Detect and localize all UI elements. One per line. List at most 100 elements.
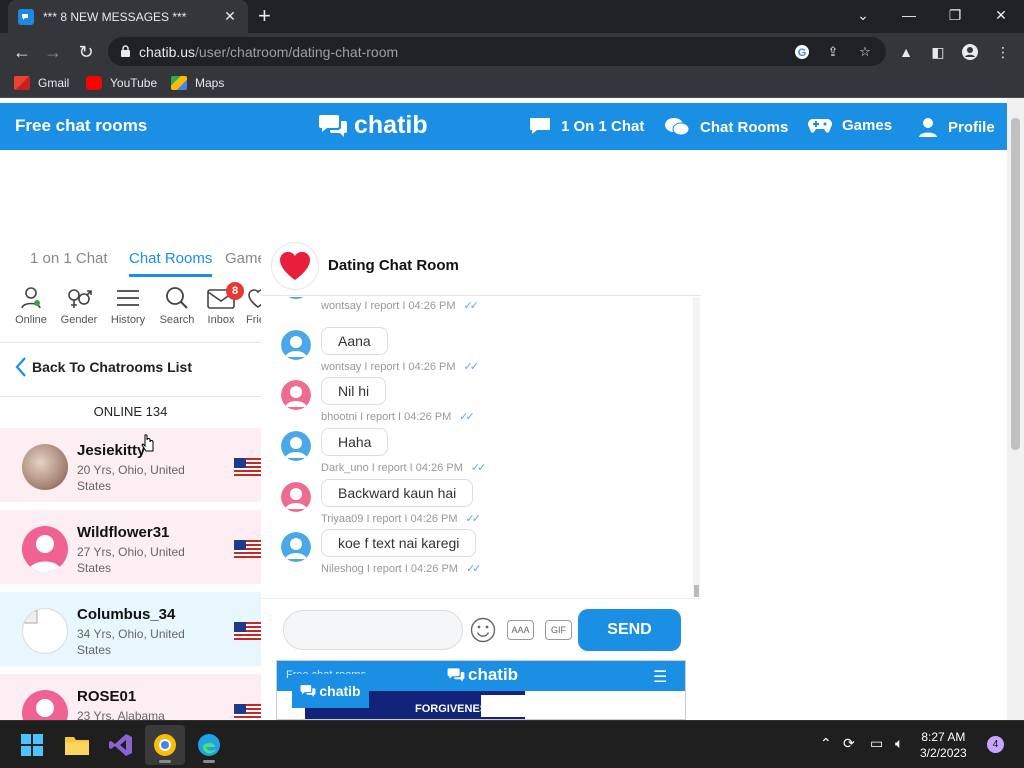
edge-app[interactable] (189, 725, 229, 765)
minimize-button[interactable]: — (886, 0, 932, 30)
user-list-item[interactable]: Columbus_34 34 Yrs, Ohio, United States (0, 592, 261, 670)
search-filter[interactable]: Search (152, 286, 202, 326)
kebab-menu-icon[interactable]: ⋮ (993, 42, 1013, 62)
file-explorer-app[interactable] (57, 725, 97, 765)
maps-icon (171, 76, 187, 90)
user-name: ROSE01 (77, 688, 137, 705)
sync-icon[interactable]: ⟳ (843, 735, 855, 752)
read-ticks-icon: ✓✓ (463, 300, 480, 312)
user-list-item[interactable]: Wildflower31 27 Yrs, Ohio, United States (0, 510, 261, 588)
nav-chat-rooms[interactable]: Chat Rooms (664, 117, 788, 137)
back-label: Back To Chatrooms List (32, 359, 192, 375)
chat-rooms-icon (665, 118, 690, 136)
icon-label: History (110, 314, 146, 326)
site-tagline[interactable]: Free chat rooms (15, 116, 147, 136)
message-meta: Nileshog I report I 04:26 PM ✓✓ (321, 562, 482, 576)
chat-logo-icon (319, 114, 347, 137)
message-list[interactable]: wontsay I report I 04:26 PM ✓✓ Aana wonts… (261, 297, 701, 597)
bookmark-star-icon[interactable]: ☆ (856, 43, 874, 61)
message-input[interactable] (283, 610, 463, 650)
user-list-item[interactable]: Jesiekitty 20 Yrs, Ohio, United States (0, 428, 261, 506)
emoji-icon[interactable] (470, 617, 496, 643)
female-avatar-icon (281, 482, 311, 512)
read-ticks-icon: ✓✓ (459, 411, 475, 423)
windows-logo-icon (21, 734, 43, 756)
windows-taskbar: ⌃ ⟳ ▭ 🔈︎ 8:27 AM 3/2/2023 4 (0, 720, 1024, 768)
nav-label: 1 On 1 Chat (561, 117, 645, 135)
site-navbar: Free chat rooms chatib 1 On 1 Chat Chat … (0, 103, 1007, 150)
nav-profile[interactable]: Profile (918, 117, 995, 137)
url-host: chatib.us (139, 43, 196, 60)
bookmark-label: Maps (195, 76, 225, 90)
message-bubble: koe f text nai karegi (321, 529, 477, 557)
user-list-item[interactable]: ROSE01 23 Yrs, Alabama (0, 674, 261, 720)
message-scrollbar[interactable] (693, 297, 700, 597)
inbox-filter[interactable]: Inbox 8 (196, 282, 246, 326)
message-scroll-thumb[interactable] (694, 585, 699, 597)
youtube-icon (86, 76, 102, 90)
chevron-up-icon[interactable]: ⌃ (820, 735, 832, 752)
tab-chat-rooms[interactable]: Chat Rooms (129, 250, 212, 267)
user-info: 20 Yrs, Ohio, United States (77, 463, 185, 493)
close-window-button[interactable]: ✕ (978, 0, 1024, 30)
chatib-favicon-icon (18, 8, 34, 25)
nav-label: Chat Rooms (700, 118, 789, 136)
tab-1on1-chat[interactable]: 1 on 1 Chat (30, 250, 108, 267)
male-avatar-icon (281, 532, 311, 562)
visual-studio-app[interactable] (101, 725, 141, 765)
filter-icons-row: Online Gender History Search Inbox 8 Fri (0, 282, 261, 336)
share-icon[interactable]: ⇪ (824, 43, 842, 61)
online-filter[interactable]: Online (6, 286, 56, 326)
page-scroll-thumb[interactable] (1011, 118, 1020, 450)
google-icon[interactable]: G (793, 43, 811, 61)
nav-1on1-chat[interactable]: 1 On 1 Chat (529, 117, 644, 135)
reload-icon[interactable]: ↻ (73, 39, 99, 65)
message-meta: Triyaa09 I report I 04:26 PM ✓✓ (321, 512, 481, 526)
meta-text: wontsay I report I 04:26 PM (321, 299, 456, 312)
meta-text: wontsay I report I 04:26 PM (321, 360, 456, 373)
browser-tab[interactable]: *** 8 NEW MESSAGES *** ✕ (8, 0, 248, 33)
web-page: Free chat rooms chatib 1 On 1 Chat Chat … (0, 98, 1007, 720)
icon-label: Online (15, 314, 47, 326)
font-style-button[interactable]: AAA (507, 620, 534, 640)
site-logo[interactable]: chatib (318, 111, 428, 140)
bookmark-maps[interactable]: Maps (171, 76, 224, 90)
address-bar[interactable]: chatib.us/user/chatroom/dating-chat-room… (108, 37, 886, 66)
restore-button[interactable]: ❐ (932, 0, 978, 30)
friends-filter[interactable]: Friends (246, 286, 261, 326)
new-tab-button[interactable]: + (258, 5, 271, 27)
ad-badge-text: chatib (319, 683, 361, 699)
display-icon[interactable]: ▭ (870, 735, 883, 752)
tab-close-icon[interactable]: ✕ (222, 8, 238, 25)
extension-flask-icon[interactable]: ▲ (896, 42, 916, 62)
taskbar-clock[interactable]: 8:27 AM 3/2/2023 (920, 729, 967, 761)
send-button[interactable]: SEND (578, 609, 681, 651)
start-button[interactable] (12, 725, 52, 765)
browser-tab-strip: *** 8 NEW MESSAGES *** ✕ + ⌄ — ❐ ✕ (0, 0, 1024, 33)
bookmark-youtube[interactable]: YouTube (86, 76, 157, 90)
page-scrollbar[interactable] (1007, 98, 1024, 720)
user-name: Wildflower31 (77, 524, 170, 541)
bookmark-gmail[interactable]: Gmail (14, 76, 69, 90)
notification-badge[interactable]: 4 (987, 736, 1004, 753)
gender-filter[interactable]: Gender (54, 286, 104, 326)
avatar (22, 444, 68, 490)
chrome-app[interactable] (145, 725, 185, 765)
inbox-count-badge: 8 (226, 282, 244, 300)
back-arrow-icon[interactable]: ← (9, 39, 35, 65)
meta-text: Triyaa09 I report I 04:26 PM (321, 512, 458, 525)
profile-avatar-icon[interactable] (960, 42, 980, 62)
folder-icon (65, 737, 89, 755)
online-icon (21, 287, 41, 309)
nav-games[interactable]: Games (808, 117, 892, 134)
forward-arrow-icon[interactable]: → (40, 39, 66, 65)
gif-button[interactable]: GIF (545, 620, 572, 640)
meta-text: bhootni I report I 04:26 PM (321, 410, 452, 423)
volume-icon[interactable]: 🔈︎ (895, 735, 903, 752)
history-filter[interactable]: History (103, 286, 153, 326)
side-panel-icon[interactable]: ◧ (928, 42, 948, 62)
us-flag-icon (234, 704, 261, 720)
message-meta: wontsay I report I 04:26 PM ✓✓ (321, 360, 479, 374)
back-to-chatrooms-link[interactable]: Back To Chatrooms List (14, 356, 192, 378)
tab-search-icon[interactable]: ⌄ (840, 0, 886, 30)
